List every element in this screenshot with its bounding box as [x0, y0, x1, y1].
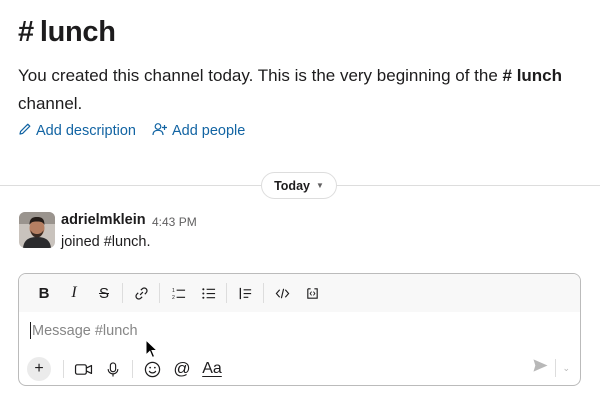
add-people-button[interactable]: Add people: [152, 122, 245, 140]
svg-text:2: 2: [171, 295, 174, 301]
intro-channel-name[interactable]: # lunch: [503, 66, 563, 85]
code-icon[interactable]: [267, 278, 297, 308]
code-block-icon[interactable]: [297, 278, 327, 308]
mention-icon[interactable]: @: [167, 356, 197, 382]
intro-text: You created this channel today. This is …: [18, 66, 498, 85]
add-people-label: Add people: [171, 123, 246, 139]
message-author[interactable]: adrielmklein: [61, 212, 146, 228]
ordered-list-icon[interactable]: 12: [163, 278, 193, 308]
channel-name: lunch: [39, 16, 116, 48]
emoji-icon[interactable]: [137, 356, 167, 382]
chevron-down-icon[interactable]: ⌄: [562, 363, 570, 374]
bold-icon[interactable]: B: [29, 278, 59, 308]
channel-title: # lunch: [18, 16, 116, 49]
toolbar-divider: [159, 283, 160, 303]
channel-intro: You created this channel today. This is …: [18, 62, 588, 118]
composer-divider: [132, 360, 133, 378]
composer-divider: [63, 360, 64, 378]
toolbar-divider: [226, 283, 227, 303]
avatar[interactable]: [19, 212, 55, 248]
add-description-button[interactable]: Add description: [18, 122, 136, 140]
message-input[interactable]: Message #lunch: [30, 322, 138, 339]
date-label: Today: [274, 178, 310, 193]
message-timestamp[interactable]: 4:43 PM: [152, 215, 197, 229]
text-caret: [30, 322, 31, 339]
message-body: joined #lunch.: [61, 234, 151, 250]
send-divider: [555, 359, 557, 377]
bulleted-list-icon[interactable]: [193, 278, 223, 308]
italic-icon[interactable]: I: [59, 278, 89, 308]
blockquote-icon[interactable]: [230, 278, 260, 308]
message-placeholder: Message #lunch: [32, 322, 138, 339]
date-jump-button[interactable]: Today ▼: [261, 172, 337, 199]
composer-actions: + @ Aa: [27, 356, 227, 382]
strikethrough-icon[interactable]: S: [89, 278, 119, 308]
channel-actions: Add description Add people: [18, 122, 245, 140]
hash-icon: #: [18, 16, 34, 48]
send-icon[interactable]: [532, 358, 549, 378]
mouse-cursor-icon: [145, 338, 159, 359]
chevron-down-icon: ▼: [315, 181, 324, 190]
plus-icon[interactable]: +: [27, 357, 51, 381]
text-style-icon[interactable]: Aa: [197, 356, 227, 382]
add-person-icon: [152, 122, 168, 140]
toolbar-divider: [263, 283, 264, 303]
toolbar-divider: [122, 283, 123, 303]
intro-suffix: channel.: [18, 94, 83, 113]
message-composer: B I S 12 Message #lunch + @ Aa ⌄: [18, 273, 581, 386]
formatting-toolbar: B I S 12: [19, 274, 580, 312]
pencil-icon: [18, 122, 32, 140]
add-description-label: Add description: [36, 123, 136, 139]
send-controls: ⌄: [532, 358, 570, 378]
video-icon[interactable]: [68, 356, 98, 382]
microphone-icon[interactable]: [98, 356, 128, 382]
svg-text:1: 1: [171, 288, 174, 294]
link-icon[interactable]: [126, 278, 156, 308]
